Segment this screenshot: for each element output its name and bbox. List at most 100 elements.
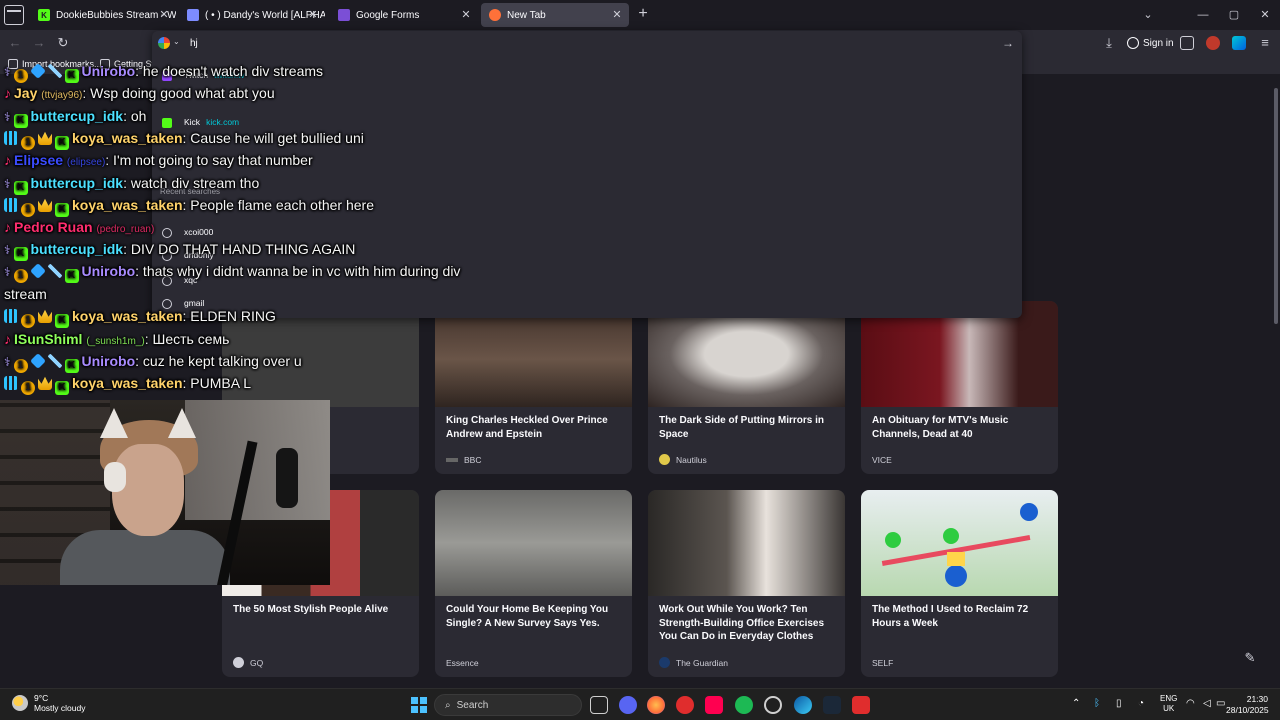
sign-in-label: Sign in	[1143, 37, 1174, 49]
tab-new-tab[interactable]: New Tab ✕	[481, 3, 629, 27]
close-tab-icon[interactable]: ✕	[458, 7, 474, 23]
weather-widget[interactable]: 9°C Mostly cloudy	[12, 693, 86, 713]
tab-dookiebubbies[interactable]: K DookieBubbies Stream - Watch ✕	[30, 3, 176, 27]
chat-username: buttercup_idk	[30, 241, 124, 257]
story-card[interactable]: The Dark Side of Putting Mirrors in Spac…	[648, 301, 845, 474]
bars-badge-icon	[4, 309, 18, 323]
screen: K DookieBubbies Stream - Watch ✕ ( • ) D…	[0, 0, 1280, 720]
chat-username: Jay	[14, 85, 38, 101]
forward-button[interactable]: →	[30, 34, 48, 52]
steam-icon[interactable]	[823, 696, 841, 714]
close-tab-icon[interactable]: ✕	[156, 7, 172, 23]
wand-badge-icon: ⚕	[4, 65, 11, 79]
kick-badge-icon: K	[13, 181, 28, 195]
tray-chevron-icon[interactable]: ⌃	[1072, 698, 1080, 709]
go-arrow-icon[interactable]: →	[1000, 35, 1016, 51]
chevron-down-icon[interactable]: ⌄	[173, 37, 180, 46]
battery-icon[interactable]: ▭	[1216, 698, 1225, 709]
source-label: Nautilus	[676, 454, 707, 465]
rank-badge-icon: 1	[13, 69, 28, 83]
weather-temp: 9°C	[34, 693, 49, 703]
story-image	[648, 490, 845, 596]
chat-username: ISunShiml	[14, 331, 83, 347]
chat-message: ♪ Pedro Ruan (pedro_ruan)	[4, 218, 154, 239]
chat-message: 1 Kkoya_was_taken: PUMBA L	[4, 374, 251, 395]
edit-icon[interactable]: ✎	[1238, 646, 1262, 670]
google-icon[interactable]	[158, 37, 170, 49]
address-bar[interactable]: ⌄ →	[152, 31, 1022, 55]
story-card[interactable]: Could Your Home Be Keeping You Single? A…	[435, 490, 632, 677]
maximize-button[interactable]: ▢	[1224, 6, 1244, 24]
tab-dandys-world[interactable]: ( • ) Dandy's World [ALPHA] ✕	[179, 3, 325, 27]
windows-start-icon[interactable]	[411, 697, 427, 713]
tray-icon[interactable]: ◔	[1138, 698, 1144, 709]
chat-text: : cuz he kept talking over u	[135, 353, 302, 369]
tiktok-badge-icon: ♪	[4, 152, 11, 168]
close-window-button[interactable]: ✕	[1255, 6, 1275, 24]
sword-badge-icon	[47, 264, 62, 278]
language-code: ENG	[1160, 694, 1178, 703]
firefox-icon[interactable]	[647, 696, 665, 714]
task-view-icon[interactable]	[590, 696, 608, 714]
tiktok-badge-icon: ♪	[4, 85, 11, 101]
story-source: The Guardian	[659, 657, 728, 668]
extensions-icon[interactable]	[1180, 36, 1194, 50]
bars-badge-icon	[4, 198, 18, 212]
crown-badge-icon	[38, 309, 52, 323]
new-tab-button[interactable]: +	[635, 6, 651, 22]
close-tab-icon[interactable]: ✕	[305, 7, 321, 23]
tab-strip: K DookieBubbies Stream - Watch ✕ ( • ) D…	[0, 0, 1280, 30]
source-label: The Guardian	[676, 657, 728, 668]
story-card[interactable]: Work Out While You Work? Ten Strength-Bu…	[648, 490, 845, 677]
sign-in-button[interactable]: Sign in	[1127, 35, 1174, 51]
chat-text: : DIV DO THAT HAND THING AGAIN	[123, 241, 356, 257]
downloads-icon[interactable]: ⤓	[1100, 34, 1118, 52]
close-tab-icon[interactable]: ✕	[609, 7, 625, 23]
kick-badge-icon: K	[64, 69, 79, 83]
settings-icon[interactable]	[764, 696, 782, 714]
app-icon[interactable]	[676, 696, 694, 714]
story-card[interactable]: An Obituary for MTV's Music Channels, De…	[861, 301, 1058, 474]
crown-badge-icon	[38, 131, 52, 145]
back-button[interactable]: ←	[6, 34, 24, 52]
firefox-view-button[interactable]	[4, 5, 24, 25]
discord-icon[interactable]	[619, 696, 637, 714]
tiktok-icon[interactable]	[705, 696, 723, 714]
tab-google-forms[interactable]: Google Forms ✕	[330, 3, 478, 27]
cube-badge-icon	[29, 63, 46, 79]
kick-badge-icon: K	[64, 269, 79, 283]
list-all-tabs-button[interactable]: ⌄	[1138, 6, 1158, 24]
minimize-button[interactable]: —	[1193, 6, 1213, 24]
app-icon[interactable]	[852, 696, 870, 714]
page-scrollbar[interactable]	[1274, 88, 1278, 324]
wifi-icon[interactable]: ◠	[1186, 698, 1195, 709]
address-input[interactable]	[190, 35, 990, 51]
chat-text: : Wsp doing good what abt you	[82, 85, 275, 101]
weather-condition: Mostly cloudy	[34, 703, 86, 713]
chat-username: koya_was_taken	[72, 130, 183, 146]
story-card[interactable]: The Method I Used to Reclaim 72 Hours a …	[861, 490, 1058, 677]
menu-icon[interactable]: ≡	[1256, 34, 1274, 52]
clock-time: 21:30	[1246, 694, 1268, 704]
chat-message: 1 Kkoya_was_taken: Cause he will get bull…	[4, 129, 364, 150]
kick-badge-icon: K	[55, 381, 69, 395]
firefox-icon	[489, 9, 501, 21]
story-image	[435, 490, 632, 596]
taskbar-search[interactable]: ⌕ Search	[434, 694, 582, 716]
spotify-icon[interactable]	[735, 696, 753, 714]
chat-text: : ELDEN RING	[182, 308, 276, 324]
rank-badge-icon: 1	[13, 359, 28, 373]
language-indicator[interactable]: ENG UK	[1160, 694, 1177, 714]
reload-button[interactable]: ↻	[54, 34, 72, 52]
system-clock[interactable]: 21:30 28/10/2025	[1226, 694, 1269, 716]
chat-text: stream	[4, 286, 47, 302]
usb-icon[interactable]: ▯	[1116, 698, 1122, 709]
guardian-logo-icon	[659, 657, 670, 668]
ublock-icon[interactable]	[1206, 36, 1220, 50]
volume-icon[interactable]: ◁	[1203, 698, 1211, 709]
extension-icon[interactable]	[1232, 36, 1246, 50]
microphone-icon	[276, 448, 298, 508]
bluetooth-icon[interactable]: ᛒ	[1094, 698, 1100, 709]
story-headline: Could Your Home Be Keeping You Single? A…	[446, 604, 609, 629]
edge-icon[interactable]	[794, 696, 812, 714]
